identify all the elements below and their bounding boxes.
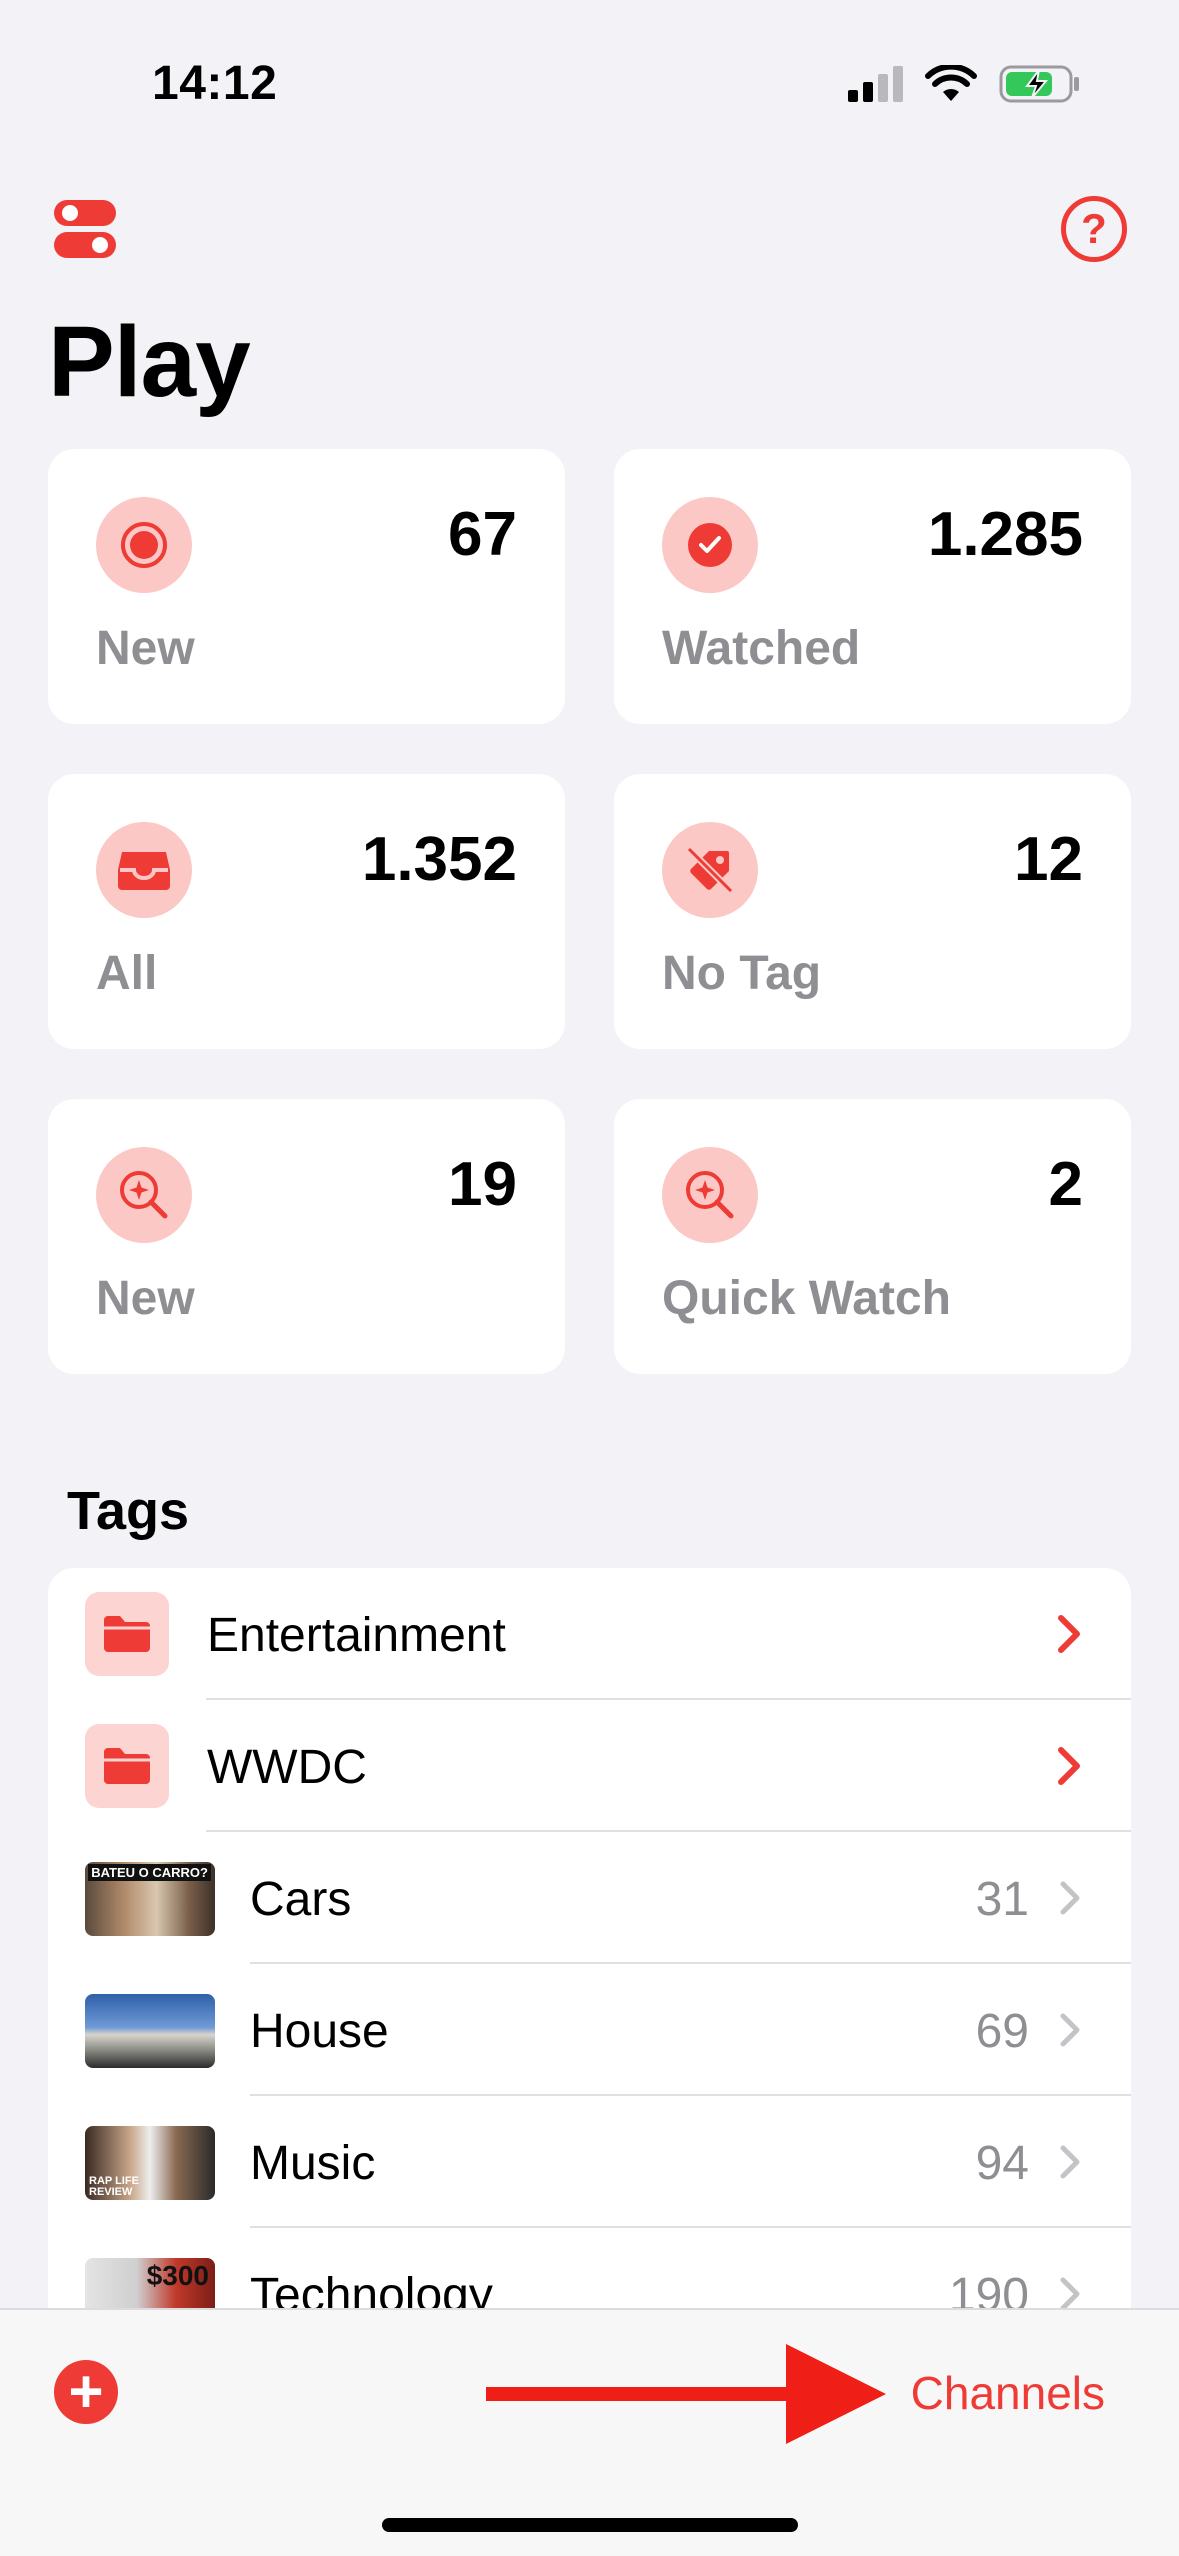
magnifier-sparkle-icon (662, 1147, 758, 1243)
wifi-icon (925, 65, 977, 101)
cellular-signal-icon (848, 66, 903, 102)
folder-icon (85, 1724, 169, 1808)
card-watched[interactable]: 1.285 Watched (614, 449, 1131, 724)
card-count: 1.285 (927, 500, 1083, 569)
plus-icon: + (68, 2358, 104, 2425)
page-title: Play (48, 306, 251, 418)
card-count: 12 (1014, 825, 1083, 894)
tag-name: Cars (250, 1873, 352, 1926)
add-button[interactable]: + (54, 2360, 118, 2424)
tag-name: House (250, 2005, 389, 2058)
tag-count: 31 (975, 1873, 1029, 1926)
checkmark-circle-icon (662, 497, 758, 593)
card-label: All (96, 947, 158, 1000)
card-label: New (96, 622, 195, 675)
card-count: 67 (448, 500, 517, 569)
chevron-right-icon (1058, 1615, 1080, 1653)
tag-row[interactable]: House 69 (48, 1964, 1131, 2096)
help-button[interactable]: ? (1061, 196, 1127, 262)
card-label: New (96, 1272, 195, 1325)
tag-count: 190 (948, 2269, 1029, 2308)
card-label: Quick Watch (662, 1272, 951, 1325)
tag-name: Technology (250, 2269, 493, 2308)
battery-charging-icon (999, 65, 1079, 103)
magnifier-sparkle-icon (96, 1147, 192, 1243)
tag-count: 69 (975, 2005, 1029, 2058)
folder-icon (85, 1592, 169, 1676)
chevron-right-icon (1060, 1881, 1080, 1915)
home-indicator (382, 2518, 798, 2532)
tag-folder-row[interactable]: Entertainment (48, 1568, 1131, 1700)
card-count: 2 (1048, 1150, 1083, 1219)
tag-folder-row[interactable]: WWDC (48, 1700, 1131, 1832)
card-new-search[interactable]: 19 New (48, 1099, 565, 1374)
toggles-icon (54, 200, 116, 258)
card-label: Watched (662, 622, 861, 675)
video-thumbnail: $300 (85, 2258, 215, 2308)
tags-section-title: Tags (67, 1481, 190, 1541)
thumbnail-caption: BATEU O CARRO? (88, 1864, 211, 1881)
video-thumbnail: BATEU O CARRO? (85, 1862, 215, 1936)
thumbnail-caption: $300 (146, 2260, 209, 2291)
annotation-arrow (486, 2344, 886, 2444)
tag-slash-icon (662, 822, 758, 918)
chevron-right-icon (1060, 2145, 1080, 2179)
tag-row[interactable]: $300 Technology 190 (48, 2228, 1131, 2308)
tray-icon (96, 822, 192, 918)
card-label: No Tag (662, 947, 822, 1000)
thumbnail-caption: RAP LIFE REVIEW (89, 2175, 139, 2198)
video-thumbnail: RAP LIFE REVIEW (85, 2126, 215, 2200)
card-quick-watch[interactable]: 2 Quick Watch (614, 1099, 1131, 1374)
chevron-right-icon (1058, 1747, 1080, 1785)
toggles-button[interactable] (52, 196, 118, 262)
tags-list: Entertainment WWDC BATEU O CARRO? Cars 3… (48, 1568, 1131, 2308)
chevron-right-icon (1060, 2013, 1080, 2047)
tag-folder-name: WWDC (207, 1741, 367, 1794)
question-mark-icon: ? (1081, 205, 1107, 252)
card-new[interactable]: 67 New (48, 449, 565, 724)
chevron-right-icon (1060, 2277, 1080, 2308)
record-icon (96, 497, 192, 593)
status-icons (848, 64, 1081, 104)
tag-name: Music (250, 2137, 376, 2190)
channels-button[interactable]: Channels (911, 2366, 1105, 2420)
tag-row[interactable]: BATEU O CARRO? Cars 31 (48, 1832, 1131, 1964)
card-count: 19 (448, 1150, 517, 1219)
tag-count: 94 (975, 2137, 1029, 2190)
tag-folder-name: Entertainment (207, 1609, 506, 1662)
status-time: 14:12 (152, 57, 278, 110)
video-thumbnail (85, 1994, 215, 2068)
card-no-tag[interactable]: 12 No Tag (614, 774, 1131, 1049)
card-count: 1.352 (361, 825, 517, 894)
tag-row[interactable]: RAP LIFE REVIEW Music 94 (48, 2096, 1131, 2228)
card-all[interactable]: 1.352 All (48, 774, 565, 1049)
